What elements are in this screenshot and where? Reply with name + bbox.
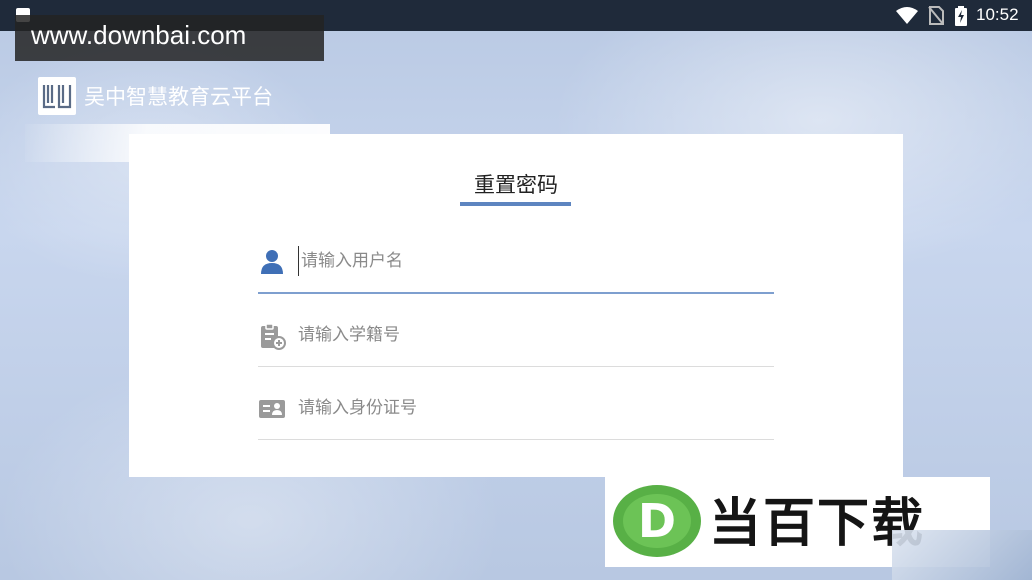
d-logo-letter: D xyxy=(638,494,676,548)
d-logo-icon: D xyxy=(613,485,701,557)
input-underline xyxy=(258,292,774,294)
book-icon xyxy=(38,77,76,115)
battery-charging-icon xyxy=(955,6,967,26)
corner-watermark xyxy=(892,530,1032,580)
brand-name: 吴中智慧教育云平台 xyxy=(84,85,273,109)
reset-password-card: 重置密码 xyxy=(129,134,903,477)
id-card-field xyxy=(258,393,774,467)
wifi-icon xyxy=(896,7,918,24)
title-underline xyxy=(460,202,571,206)
input-underline xyxy=(258,439,774,440)
clock: 10:52 xyxy=(976,5,1019,24)
student-id-input[interactable] xyxy=(298,320,768,350)
username-field xyxy=(258,246,774,320)
page-title: 重置密码 xyxy=(474,173,558,197)
student-id-field xyxy=(258,320,774,394)
input-underline xyxy=(258,366,774,367)
no-sim-icon xyxy=(928,6,944,25)
id-card-input[interactable] xyxy=(298,393,768,423)
student-id-icon xyxy=(261,323,286,350)
brand-header: 吴中智慧教育云平台 xyxy=(38,77,273,115)
user-icon xyxy=(261,250,283,274)
id-card-icon xyxy=(259,400,285,418)
username-input[interactable] xyxy=(298,246,771,276)
watermark-url: www.downbai.com xyxy=(15,15,324,61)
